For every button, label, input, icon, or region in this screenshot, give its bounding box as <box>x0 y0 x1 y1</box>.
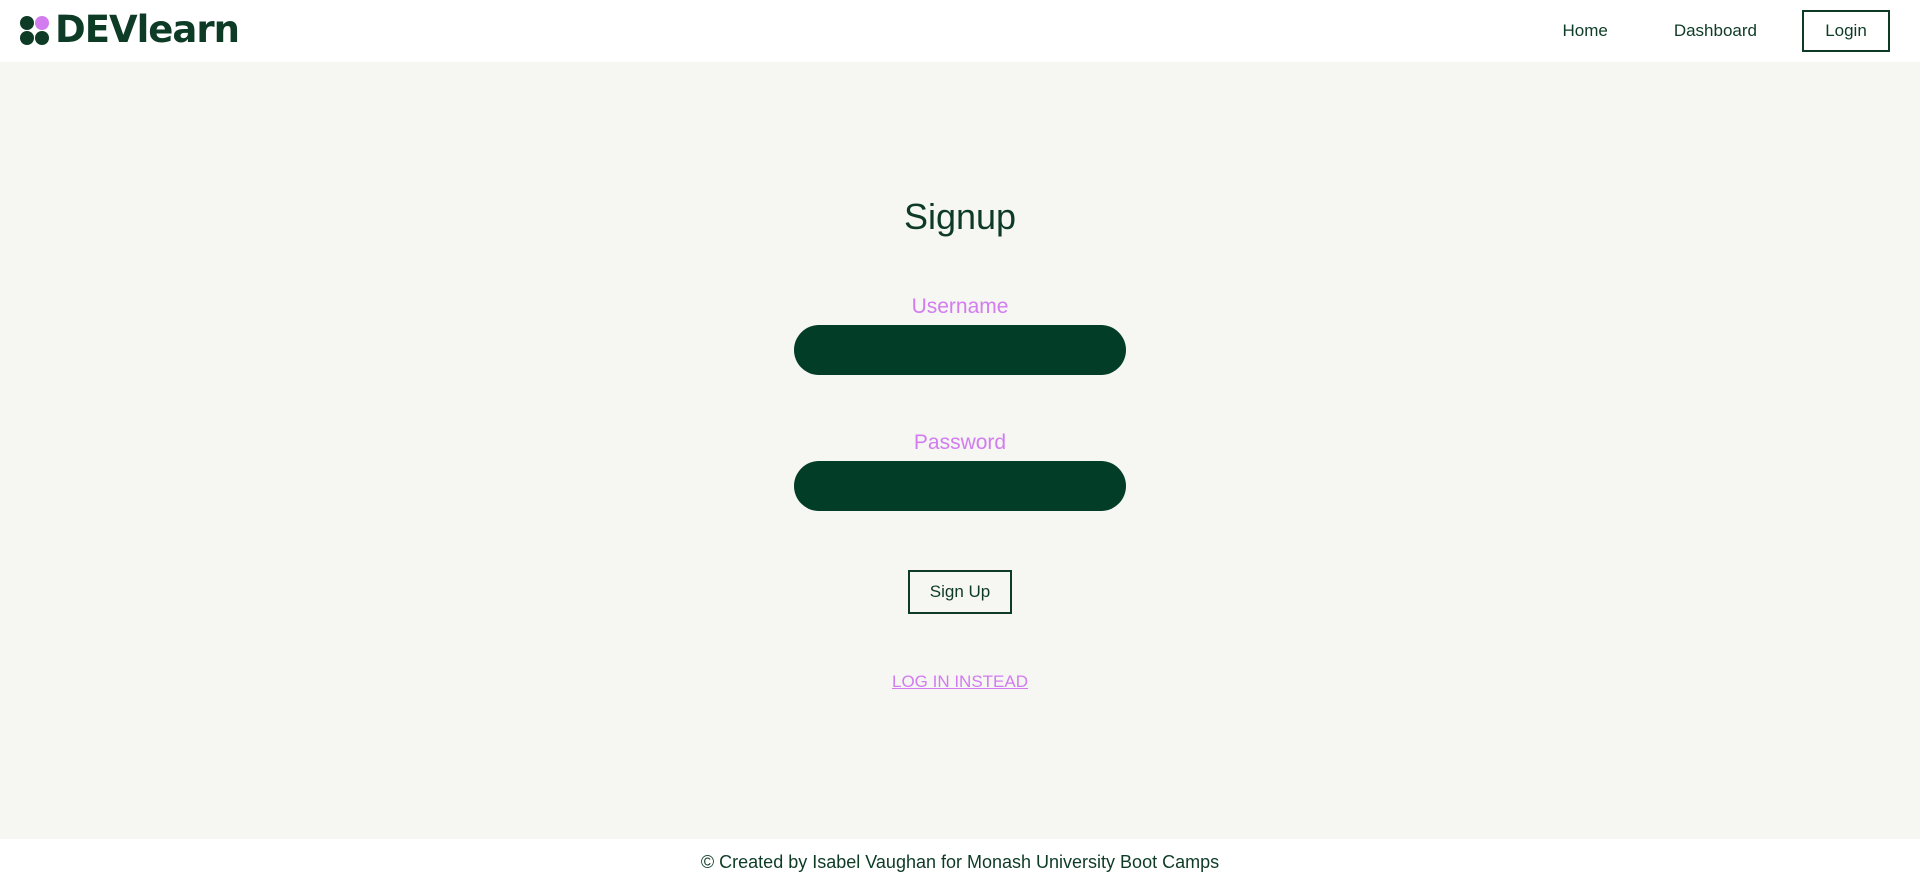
logo[interactable]: DEVlearn <box>20 8 240 52</box>
four-dots-logo-icon <box>20 15 52 45</box>
logo-dot-bottom-left <box>20 31 34 45</box>
password-input[interactable] <box>794 461 1126 511</box>
password-label: Password <box>913 431 1007 454</box>
logo-dot-bottom-right <box>35 31 49 45</box>
nav-dashboard-link[interactable]: Dashboard <box>1674 21 1757 41</box>
logo-dot-top-left <box>20 16 34 30</box>
site-header: DEVlearn Home Dashboard Login <box>0 0 1920 62</box>
site-footer: © Created by Isabel Vaughan for Monash U… <box>0 839 1920 887</box>
page-title: Signup <box>903 196 1017 237</box>
main-nav: Home Dashboard Login <box>1562 10 1890 52</box>
main-content: Signup Username Password Sign Up LOG IN … <box>0 62 1920 839</box>
logo-dot-top-right <box>35 16 49 30</box>
login-instead-wrapper: LOG IN INSTEAD <box>0 672 1920 692</box>
nav-login-button[interactable]: Login <box>1802 10 1890 52</box>
username-label: Username <box>911 295 1009 318</box>
footer-credit: © Created by Isabel Vaughan for Monash U… <box>700 852 1220 872</box>
login-instead-link[interactable]: LOG IN INSTEAD <box>892 672 1028 691</box>
username-input[interactable] <box>794 325 1126 375</box>
sign-up-button[interactable]: Sign Up <box>908 570 1012 614</box>
logo-text: DEVlearn <box>55 8 240 51</box>
nav-home-link[interactable]: Home <box>1562 21 1607 41</box>
